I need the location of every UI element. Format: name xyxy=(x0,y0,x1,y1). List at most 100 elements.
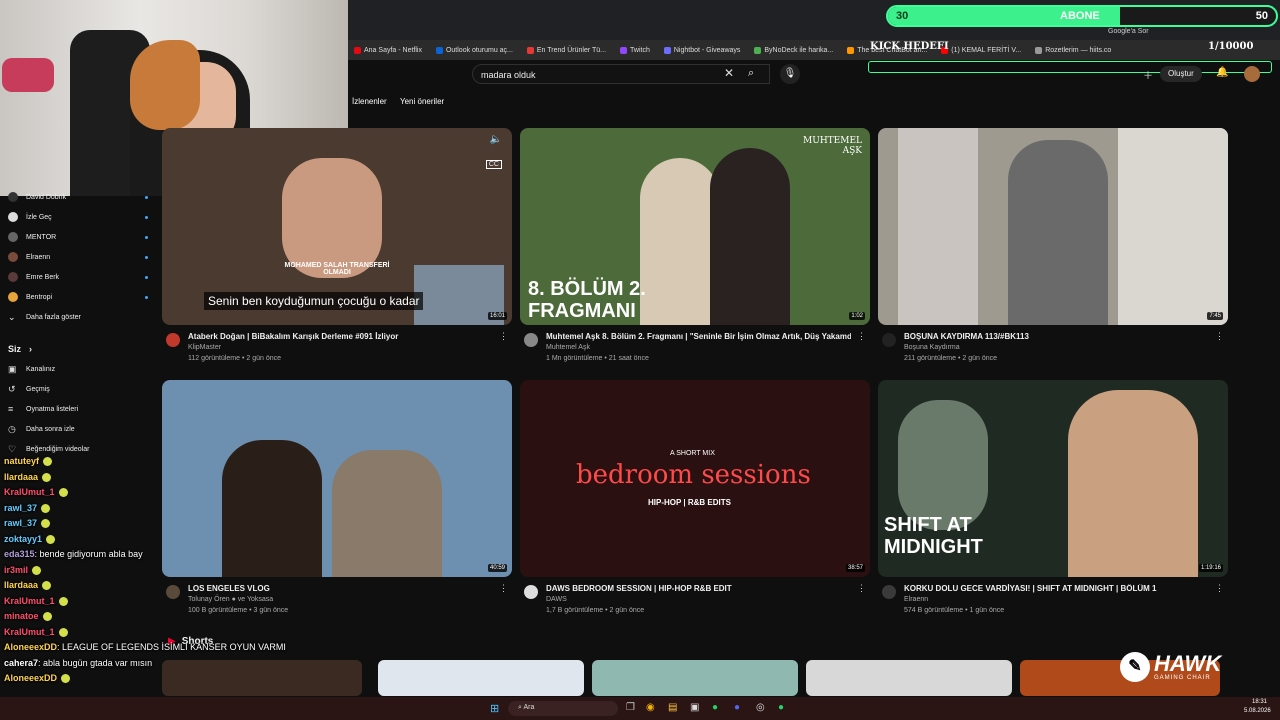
video-title[interactable]: BOŞUNA KAYDIRMA 113/#BK113 xyxy=(904,332,1209,341)
bookmark-item[interactable]: Rozetlerim — hiits.co xyxy=(1035,46,1111,54)
channel-name[interactable]: Boşuna Kaydırma xyxy=(904,344,960,351)
channel-name[interactable]: Tolunay Ören ● ve Yoksasa xyxy=(188,596,273,603)
video-thumbnail[interactable]: 7:45 xyxy=(878,128,1228,325)
obs-icon[interactable]: ◎ xyxy=(756,702,765,713)
video-card[interactable]: 40:59 LOS ENGELES VLOG Tolunay Ören ● ve Y… xyxy=(162,380,512,620)
short-thumb[interactable] xyxy=(806,660,1012,696)
video-thumbnail[interactable]: MOHAMED SALAH TRANSFERİ OLMADI Senin ben … xyxy=(162,128,512,325)
short-thumb[interactable] xyxy=(162,660,362,696)
thumbnail-person xyxy=(1068,390,1198,577)
video-title[interactable]: KORKU DOLU GECE VARDİYASI! | SHIFT AT MI… xyxy=(904,584,1209,593)
sidebar-item-subscription[interactable]: David Dobrik xyxy=(8,188,148,206)
channel-avatar[interactable] xyxy=(524,585,538,599)
video-card[interactable]: SHIFT AT MIDNIGHT 1:19:16 KORKU DOLU GECE … xyxy=(878,380,1228,620)
clock-time[interactable]: 18:31 xyxy=(1252,699,1267,705)
chip-new-recommendations[interactable]: Yeni öneriler xyxy=(396,95,448,109)
channel-name[interactable]: KlipMaster xyxy=(188,344,221,351)
chat-message: rawl_37 xyxy=(4,518,51,529)
bookmark-item[interactable]: (1) KEMAL FERİTİ V... xyxy=(941,46,1021,54)
chat-emote-icon xyxy=(41,503,51,513)
video-title[interactable]: DAWS BEDROOM SESSION | HIP-HOP R&B EDIT xyxy=(546,584,851,593)
avatar[interactable] xyxy=(1244,66,1260,82)
video-title[interactable]: Muhtemel Aşk 8. Bölüm 2. Fragmanı | "Sen… xyxy=(546,332,851,341)
bookmark-item[interactable]: Nightbot - Giveaways xyxy=(663,46,740,54)
short-thumb[interactable] xyxy=(378,660,584,696)
chrome-icon[interactable]: ◉ xyxy=(646,702,655,713)
search-icon[interactable]: ⌕ xyxy=(748,67,754,80)
more-options-icon[interactable]: ⋮ xyxy=(857,583,866,594)
sidebar-item-subscription[interactable]: İzle Geç xyxy=(8,208,148,226)
video-thumbnail[interactable]: SHIFT AT MIDNIGHT 1:19:16 xyxy=(878,380,1228,577)
channel-name[interactable]: Elraenn xyxy=(904,596,928,603)
more-options-icon[interactable]: ⋮ xyxy=(499,583,508,594)
create-button[interactable]: Oluştur xyxy=(1160,66,1202,82)
short-thumb[interactable] xyxy=(592,660,798,696)
more-options-icon[interactable]: ⋮ xyxy=(1215,331,1224,342)
video-thumbnail[interactable]: 40:59 xyxy=(162,380,512,577)
chip-watched[interactable]: İzlenenler xyxy=(348,95,391,109)
chat-emote-icon xyxy=(42,581,52,591)
sidebar-item-you[interactable]: ◷ Daha sonra izle xyxy=(8,420,148,438)
channel-avatar[interactable] xyxy=(524,333,538,347)
taskview-icon[interactable]: ❐ xyxy=(626,702,635,713)
video-card[interactable]: A SHORT MIX bedroom sessions HIP-HOP | R&B… xyxy=(520,380,870,620)
bookmark-item[interactable]: ByNoDeck ile harika... xyxy=(754,46,833,54)
sidebar-item-subscription[interactable]: Elraenn xyxy=(8,248,148,266)
captions-icon[interactable]: CC xyxy=(485,160,502,169)
sidebar-item-you[interactable]: ↺ Geçmiş xyxy=(8,380,148,398)
chat-message: KralUmut_1 xyxy=(4,627,68,637)
channel-avatar xyxy=(8,272,18,282)
sidebar-icon: ↺ xyxy=(8,383,16,394)
more-options-icon[interactable]: ⋮ xyxy=(499,331,508,342)
live-dot xyxy=(145,255,148,259)
video-card[interactable]: MUHTEMEL AŞK 8. BÖLÜM 2. FRAGMANI 1:02 Muht… xyxy=(520,128,870,368)
sidebar-item-subscription[interactable]: Emre Berk xyxy=(8,268,148,286)
google-ask-label[interactable]: Google'a Sor xyxy=(1108,28,1149,35)
channel-avatar[interactable] xyxy=(166,333,180,347)
folder-icon[interactable]: ▤ xyxy=(668,702,677,713)
more-options-icon[interactable]: ⋮ xyxy=(1215,583,1224,594)
video-thumbnail[interactable]: MUHTEMEL AŞK 8. BÖLÜM 2. FRAGMANI 1:02 xyxy=(520,128,870,325)
video-card[interactable]: 7:45 BOŞUNA KAYDIRMA 113/#BK113 Boşuna Kay… xyxy=(878,128,1228,368)
store-icon[interactable]: ▣ xyxy=(690,702,699,713)
sidebar-item-you[interactable]: ≡ Oynatma listeleri xyxy=(8,400,148,418)
discord-icon[interactable]: ● xyxy=(734,702,740,713)
channel-name[interactable]: Muhtemel Aşk xyxy=(546,344,590,351)
bookmark-item[interactable]: Twitch xyxy=(620,46,650,54)
video-card[interactable]: MOHAMED SALAH TRANSFERİ OLMADI Senin ben … xyxy=(162,128,512,368)
sidebar-you-header[interactable]: Siz › xyxy=(8,340,148,358)
chevron-right-icon: › xyxy=(29,344,33,354)
video-thumbnail[interactable]: A SHORT MIX bedroom sessions HIP-HOP | R&B… xyxy=(520,380,870,577)
sidebar-item-you[interactable]: ▣ Kanalınız xyxy=(8,360,148,378)
channel-avatar[interactable] xyxy=(882,333,896,347)
sidebar-show-more[interactable]: ⌄ Daha fazla göster xyxy=(8,308,148,326)
mute-icon[interactable]: 🔈 xyxy=(490,134,502,145)
video-title[interactable]: Ataberk Doğan | BiBakalım Karışık Derlem… xyxy=(188,332,493,341)
channel-name[interactable]: DAWS xyxy=(546,596,567,603)
sidebar-item-label: Emre Berk xyxy=(26,273,60,281)
video-title[interactable]: LOS ENGELES VLOG xyxy=(188,584,493,593)
start-icon[interactable]: ⊞ xyxy=(490,702,499,715)
webcam-pillow xyxy=(2,58,54,92)
bookmark-favicon-icon xyxy=(663,46,671,54)
bell-icon[interactable]: 🔔 xyxy=(1216,67,1228,78)
sidebar-item-subscription[interactable]: MENTOR xyxy=(8,228,148,246)
bookmark-item[interactable]: Outlook oturumu aç... xyxy=(435,46,513,54)
channel-avatar[interactable] xyxy=(882,585,896,599)
taskbar-search[interactable]: ⌕ Ara xyxy=(508,701,618,716)
channel-avatar xyxy=(8,252,18,262)
show-logo: MUHTEMEL AŞK xyxy=(803,136,862,156)
chat-username: rawl_37 xyxy=(4,518,38,528)
bookmark-item[interactable]: Ana Sayfa - Netflix xyxy=(354,46,422,54)
bookmark-item[interactable]: En Trend Ürünler Tü... xyxy=(526,46,606,54)
more-options-icon[interactable]: ⋮ xyxy=(857,331,866,342)
clear-search-icon[interactable]: ✕ xyxy=(724,66,734,80)
chat-message: zoktayy1 xyxy=(4,534,56,544)
whatsapp-icon[interactable]: ● xyxy=(778,702,784,713)
voice-search-icon[interactable]: 🎙 xyxy=(780,64,800,84)
sidebar-item-subscription[interactable]: Bentropi xyxy=(8,288,148,306)
chat-username: eda315 xyxy=(4,549,35,559)
create-video-icon[interactable]: ＋ xyxy=(1143,67,1153,82)
spotify-icon[interactable]: ● xyxy=(712,702,718,713)
clock-date[interactable]: 5.08.2026 xyxy=(1244,708,1271,714)
